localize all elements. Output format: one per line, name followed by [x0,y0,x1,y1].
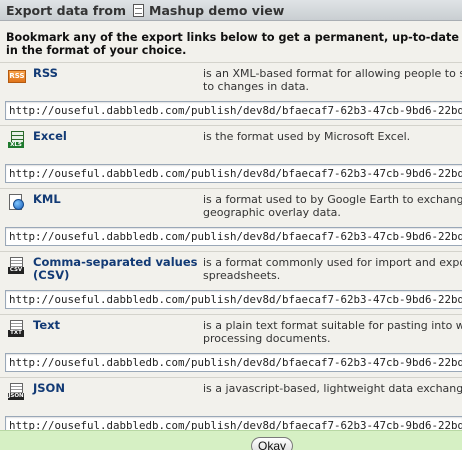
format-desc-rss: is an XML-based format for allowing peop… [203,67,462,101]
dialog-title-prefix: Export data from [6,2,126,18]
format-desc-line: is the format used by Microsoft Excel. [203,130,411,143]
dialog-titlebar: Export data from Mashup demo view [0,0,462,21]
format-excel: XLS Excel is the format used by Microsof… [0,125,462,188]
csv-icon-label: CSV [8,267,24,274]
excel-icon: XLS [7,131,29,149]
dialog-title-view: Mashup demo view [149,2,285,18]
format-name-csv: Comma-separated values (CSV) [33,255,198,282]
kml-icon [7,194,29,212]
intro-line-1: Bookmark any of the export links below t… [6,31,462,44]
format-name-json: JSON [33,381,65,395]
export-url-rss[interactable]: http://ouseful.dabbledb.com/publish/dev8… [5,101,462,120]
format-desc-line: is a plain text format suitable for past… [203,319,462,332]
export-url-kml[interactable]: http://ouseful.dabbledb.com/publish/dev8… [5,227,462,246]
export-url-excel[interactable]: http://ouseful.dabbledb.com/publish/dev8… [5,164,462,183]
format-desc-json: is a javascript-based, lightweight data … [203,382,462,416]
rss-icon: RSS [7,68,29,86]
format-desc-line: geographic overlay data. [203,206,341,219]
export-url-text[interactable]: http://ouseful.dabbledb.com/publish/dev8… [5,353,462,372]
okay-button[interactable]: Okay [251,437,293,450]
excel-icon-label: XLS [8,142,24,148]
format-desc-line: is a format commonly used for import and… [203,256,462,269]
format-text: TXT Text is a plain text format suitable… [0,314,462,377]
dialog-footer: Okay [0,430,462,450]
format-desc-line: is a javascript-based, lightweight data … [203,382,462,395]
export-url-json[interactable]: http://ouseful.dabbledb.com/publish/dev8… [5,416,462,431]
format-desc-line: processing documents. [203,332,331,345]
intro-line-2: in the format of your choice. [6,44,187,57]
document-icon [133,3,144,17]
format-desc-text: is a plain text format suitable for past… [203,319,462,353]
csv-icon: CSV [7,257,29,275]
dialog-content: Bookmark any of the export links below t… [0,21,462,431]
format-csv: CSV Comma-separated values (CSV) is a fo… [0,251,462,314]
format-desc-line: is a format used to by Google Earth to e… [203,193,462,206]
json-icon-label: JSON [8,393,24,400]
format-name-excel: Excel [33,129,67,143]
format-desc-line: spreadsheets. [203,269,281,282]
json-icon: JSON [7,383,29,401]
text-icon-label: TXT [8,330,24,337]
export-dialog: Export data from Mashup demo view Bookma… [0,0,462,450]
export-url-csv[interactable]: http://ouseful.dabbledb.com/publish/dev8… [5,290,462,309]
format-desc-excel: is the format used by Microsoft Excel. [203,130,410,164]
rss-icon-label: RSS [8,70,26,83]
format-name-rss: RSS [33,66,58,80]
format-name-kml: KML [33,192,61,206]
format-desc-kml: is a format used to by Google Earth to e… [203,193,462,227]
intro-text: Bookmark any of the export links below t… [0,21,462,62]
format-rss: RSS RSS is an XML-based format for allow… [0,62,462,125]
format-desc-csv: is a format commonly used for import and… [203,256,462,290]
format-json: JSON JSON is a javascript-based, lightwe… [0,377,462,431]
format-kml: KML is a format used to by Google Earth … [0,188,462,251]
format-name-text: Text [33,318,61,332]
text-icon: TXT [7,320,29,338]
format-desc-line: to changes in data. [203,80,310,93]
format-desc-line: is an XML-based format for allowing peop… [203,67,462,80]
